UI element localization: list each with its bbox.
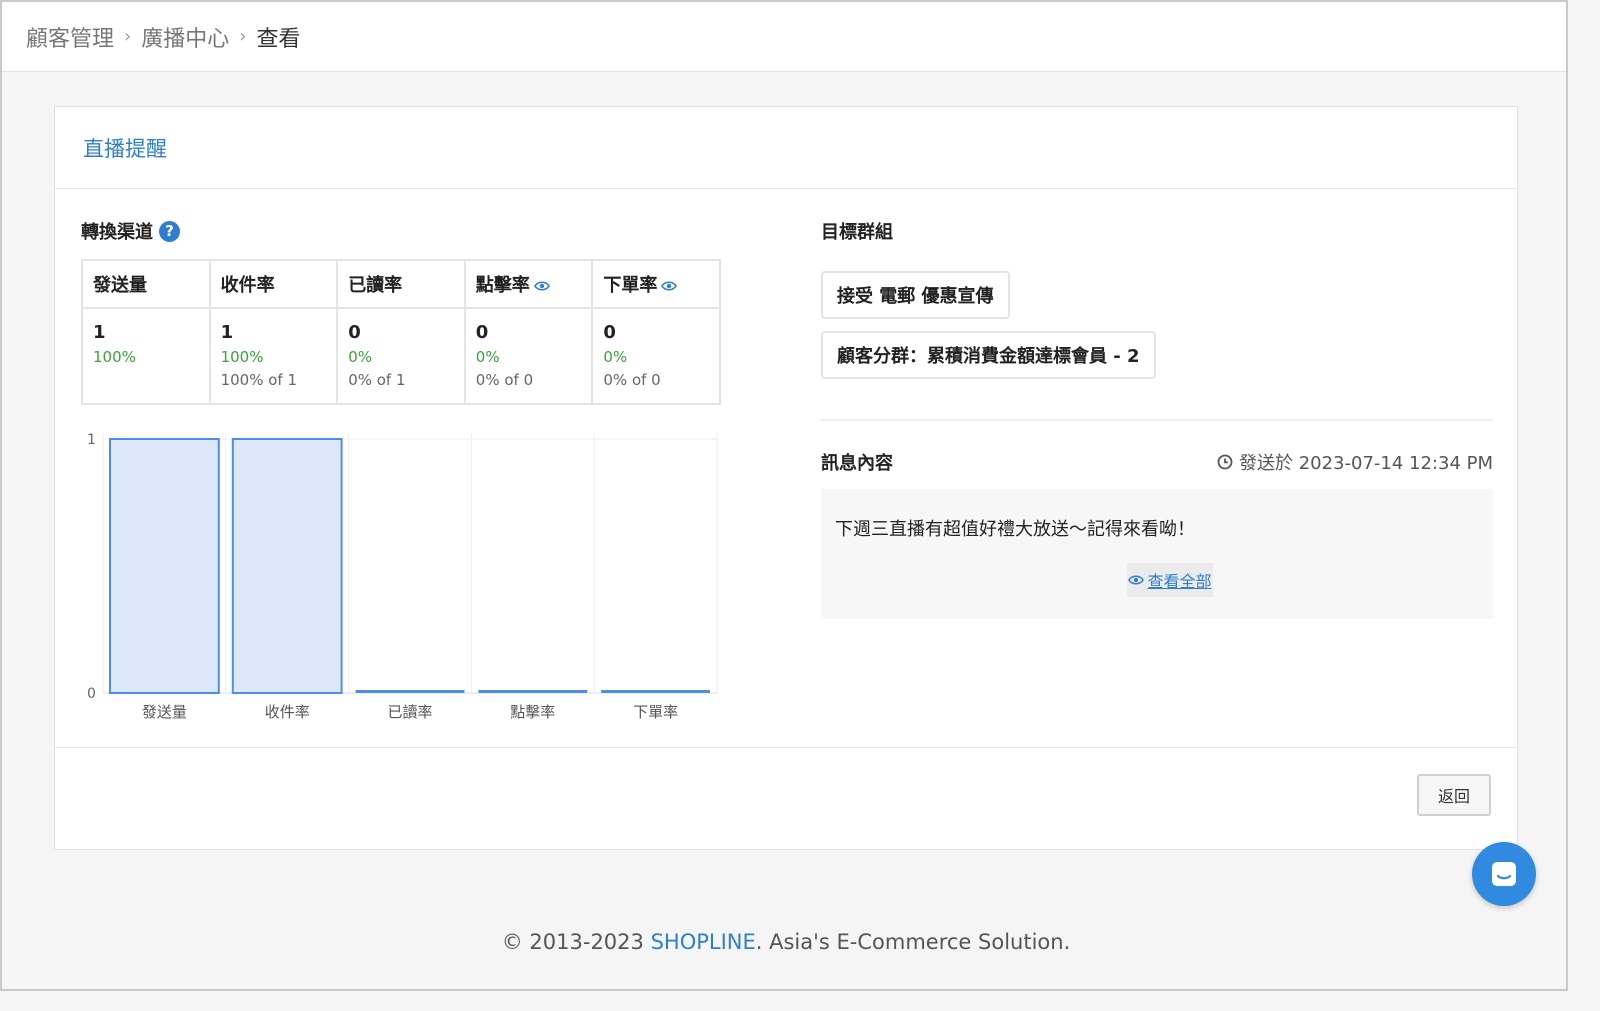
column-header-label: 收件率 [220,275,275,296]
column-header-label: 下單率 [603,275,658,296]
eye-icon[interactable] [661,276,678,297]
column-header-label: 已讀率 [348,275,403,296]
cell-of-total: 100% of 1 [220,371,298,389]
breadcrumb-separator: › [124,26,132,47]
column-header: 發送量 [81,259,211,309]
target-section: 目標群組 接受 電郵 優惠宣傳 顧客分群：累積消費金額達標會員 - 2 訊息內容… [821,219,1493,619]
sent-at: 發送於 2023-07-14 12:34 PM [1217,449,1493,475]
chart-bar [355,690,465,693]
conversion-title-row: 轉換渠道 ? [81,219,721,243]
cell-of-total: 0% of 1 [348,371,406,389]
footer-brand-link[interactable]: SHOPLINE [651,930,756,954]
back-button[interactable]: 返回 [1417,774,1491,816]
conversion-table-row: 1 100% 1 100% 100% of 1 0 0% 0% of 1 0 0% 0% of 00… [81,307,721,405]
help-icon[interactable]: ? [159,220,180,242]
conversion-chart: 0 1 發送量 收件率 已讀率 點擊率 下單率 [81,423,721,727]
y-tick-label: 0 [87,686,96,702]
card-footer: 返回 [55,747,1517,851]
cell-percent: 0% [603,348,628,366]
x-tick-label: 點擊率 [510,703,555,721]
cell-count: 1 [220,322,234,343]
card-title: 直播提醒 [55,107,1517,189]
breadcrumb-item-customers[interactable]: 顧客管理 [26,21,114,53]
breadcrumb: 顧客管理 › 廣播中心 › 查看 [2,2,1566,72]
app-frame: 顧客管理 › 廣播中心 › 查看 直播提醒 轉換渠道 ? 發送量 收件率 已讀率 點擊… [0,0,1568,991]
target-title: 目標群組 [821,222,893,243]
x-tick-label: 已讀率 [387,703,432,721]
message-box: 下週三直播有超值好禮大放送～記得來看呦！ 查看全部 [821,489,1493,619]
chart-bar [601,690,710,693]
conversion-table-header: 發送量 收件率 已讀率 點擊率 下單率 [81,259,721,309]
cell-of-total: 0% of 0 [603,371,661,389]
column-header: 收件率 [208,259,339,309]
clock-icon [1217,454,1233,470]
cell-count: 0 [603,322,616,343]
page-footer: © 2013-2023 SHOPLINE. Asia's E-Commerce … [2,930,1570,954]
x-tick-label: 發送量 [142,703,187,721]
conversion-table: 發送量 收件率 已讀率 點擊率 下單率 1 100% 1 100% 100% of 1 0 0% 0%… [81,259,721,405]
chart-bar [231,438,343,694]
divider [821,419,1493,421]
sent-at-text: 發送於 2023-07-14 12:34 PM [1238,453,1493,474]
chart-bar [109,438,220,694]
cell-count: 0 [348,322,361,343]
table-cell: 0 0% 0% of 0 [591,307,721,405]
chart-bar [478,690,588,693]
cell-of-total: 0% of 0 [475,371,534,389]
column-header: 已讀率 [336,259,466,309]
broadcast-detail-card: 直播提醒 轉換渠道 ? 發送量 收件率 已讀率 點擊率 下單率 1 100% 1 100% 10… [54,106,1518,850]
column-header-label: 發送量 [93,275,147,296]
x-tick-label: 收件率 [265,703,310,721]
cell-percent: 0% [475,348,500,366]
eye-icon[interactable] [533,276,550,297]
footer-suffix: . Asia's E-Commerce Solution. [755,930,1071,954]
cell-percent: 0% [348,348,372,366]
chat-icon [1489,859,1519,889]
table-cell: 0 0% 0% of 0 [463,307,594,405]
cell-count: 1 [93,322,106,343]
message-title: 訊息內容 [821,453,893,474]
message-content: 下週三直播有超值好禮大放送～記得來看呦！ [835,519,1195,540]
table-cell: 1 100% 100% of 1 [208,307,339,405]
target-tag-email: 接受 電郵 優惠宣傳 [821,271,1010,319]
column-header-label: 點擊率 [475,275,530,296]
conversion-section: 轉換渠道 ? 發送量 收件率 已讀率 點擊率 下單率 1 100% 1 100% 100% of… [81,219,721,405]
conversion-bar-chart: 0 1 發送量 收件率 已讀率 點擊率 下單率 [87,432,718,721]
cell-percent: 100% [220,348,264,366]
y-tick-label: 1 [87,432,96,448]
view-all-link[interactable]: 查看全部 [1127,563,1213,597]
footer-prefix: © 2013-2023 [501,930,651,954]
eye-icon [1128,574,1145,586]
table-cell: 1 100% [81,307,211,405]
breadcrumb-item-broadcast[interactable]: 廣播中心 [141,21,229,53]
breadcrumb-separator: › [239,26,247,47]
message-header: 訊息內容 發送於 2023-07-14 12:34 PM [821,449,1493,475]
chat-launcher-button[interactable] [1472,842,1536,906]
cell-percent: 100% [93,348,136,366]
breadcrumb-current: 查看 [256,26,301,52]
column-header: 下單率 [591,259,721,309]
conversion-title: 轉換渠道 [81,222,153,243]
cell-count: 0 [475,322,489,343]
column-header: 點擊率 [463,259,594,309]
table-cell: 0 0% 0% of 1 [336,307,466,405]
target-tags: 接受 電郵 優惠宣傳 顧客分群：累積消費金額達標會員 - 2 [821,271,1493,379]
x-tick-label: 下單率 [633,703,678,721]
target-tag-segment: 顧客分群：累積消費金額達標會員 - 2 [821,331,1156,379]
view-all-label: 查看全部 [1147,572,1212,591]
